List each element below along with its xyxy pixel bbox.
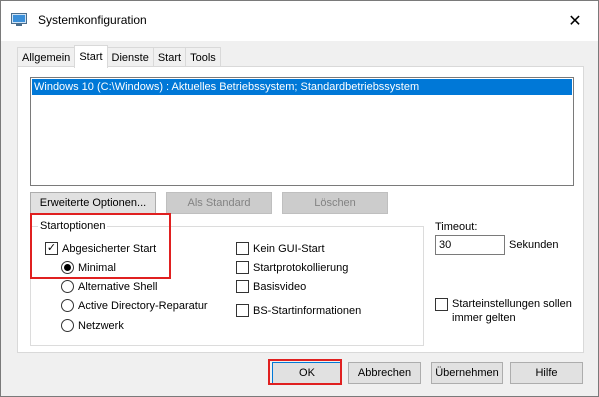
window-title: Systemkonfiguration xyxy=(38,13,147,27)
msconfig-icon xyxy=(11,13,27,26)
set-default-button[interactable]: Als Standard xyxy=(166,192,272,214)
close-icon: ✕ xyxy=(568,13,582,30)
timeout-input[interactable]: 30 xyxy=(435,235,505,255)
timeout-label: Timeout: xyxy=(435,221,478,233)
help-button[interactable]: Hilfe xyxy=(510,362,583,384)
tab-strip: Allgemein Start Dienste Start Tools xyxy=(17,45,221,68)
checkbox-icon xyxy=(236,304,249,317)
system-configuration-window: Systemkonfiguration ✕ Allgemein Start Di… xyxy=(0,0,599,397)
radio-active-directory-repair[interactable]: Active Directory-Reparatur xyxy=(61,299,208,312)
boot-log-checkbox[interactable]: Startprotokollierung xyxy=(236,261,348,274)
radio-alternative-shell[interactable]: Alternative Shell xyxy=(61,280,158,293)
tab-allgemein[interactable]: Allgemein xyxy=(17,47,76,67)
tab-autostart[interactable]: Start xyxy=(152,47,187,67)
delete-button[interactable]: Löschen xyxy=(282,192,388,214)
checkbox-icon xyxy=(236,280,249,293)
checkbox-icon xyxy=(435,298,448,311)
os-list-item[interactable]: Windows 10 (C:\Windows) : Aktuelles Betr… xyxy=(32,79,572,95)
close-button[interactable]: ✕ xyxy=(552,1,598,41)
os-list[interactable]: Windows 10 (C:\Windows) : Aktuelles Betr… xyxy=(30,77,574,186)
startoptions-highlight xyxy=(30,213,171,279)
advanced-options-button[interactable]: Erweiterte Optionen... xyxy=(30,192,156,214)
radio-icon xyxy=(61,299,74,312)
checkbox-icon xyxy=(236,242,249,255)
ok-button-highlight xyxy=(268,359,342,385)
radio-icon xyxy=(61,319,74,332)
checkbox-icon xyxy=(236,261,249,274)
apply-button[interactable]: Übernehmen xyxy=(431,362,503,384)
radio-icon xyxy=(61,280,74,293)
radio-network[interactable]: Netzwerk xyxy=(61,319,124,332)
tab-start[interactable]: Start xyxy=(74,45,108,68)
os-boot-info-checkbox[interactable]: BS-Startinformationen xyxy=(236,304,361,317)
tab-dienste[interactable]: Dienste xyxy=(106,47,154,67)
boot-tab-panel: Windows 10 (C:\Windows) : Aktuelles Betr… xyxy=(17,66,584,353)
cancel-button[interactable]: Abbrechen xyxy=(348,362,421,384)
title-bar: Systemkonfiguration ✕ xyxy=(1,1,598,41)
no-gui-boot-checkbox[interactable]: Kein GUI-Start xyxy=(236,242,325,255)
base-video-checkbox[interactable]: Basisvideo xyxy=(236,280,306,293)
persist-settings-checkbox[interactable]: Starteinstellungen sollen immer gelten xyxy=(435,297,582,325)
timeout-unit: Sekunden xyxy=(509,239,559,251)
tab-tools[interactable]: Tools xyxy=(185,47,221,67)
